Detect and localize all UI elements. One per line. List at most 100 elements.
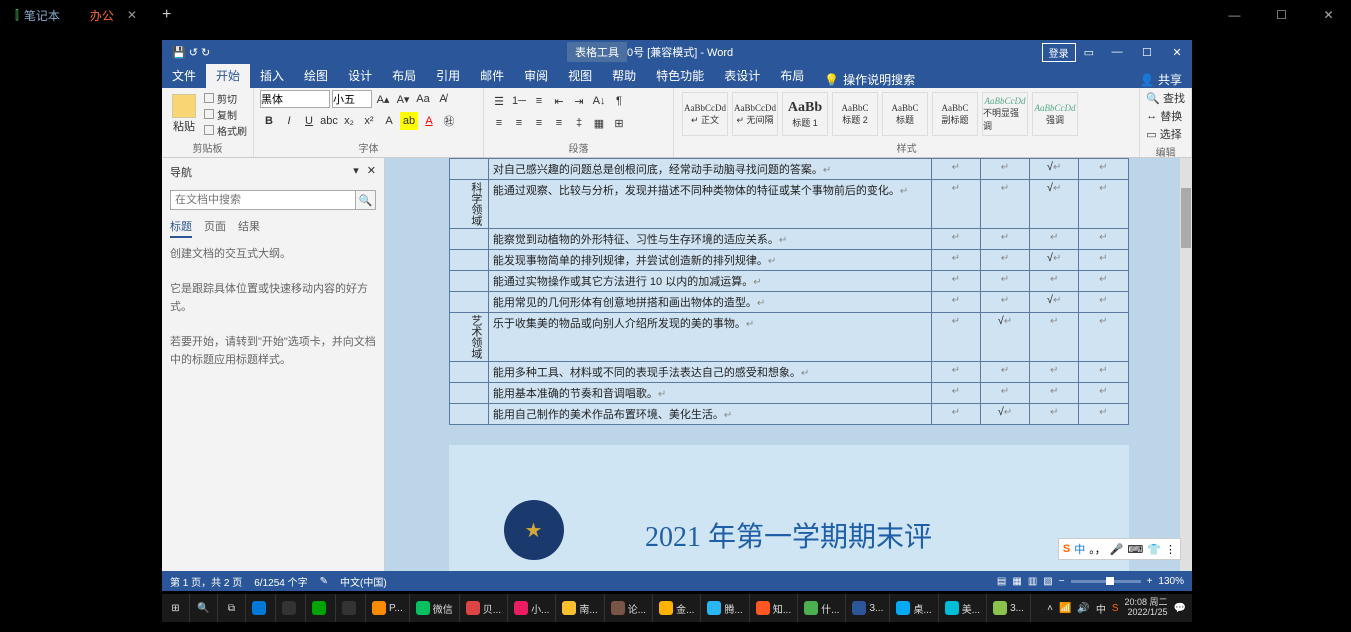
word-restore[interactable]: ☐ xyxy=(1132,46,1162,59)
style-item[interactable]: AaBbCcDd↵ 正文 xyxy=(682,92,728,136)
taskbar-app[interactable]: 微信 xyxy=(410,594,460,622)
indent-dec[interactable]: ⇤ xyxy=(550,92,568,110)
justify[interactable]: ≡ xyxy=(550,114,568,132)
clear-format[interactable]: A̸ xyxy=(434,90,452,108)
minimize-button[interactable]: — xyxy=(1212,0,1257,30)
style-item[interactable]: AaBbCcDd强调 xyxy=(1032,92,1078,136)
cut-button[interactable]: 剪切 xyxy=(204,91,247,106)
align-right[interactable]: ≡ xyxy=(530,114,548,132)
document-view[interactable]: 对自己感兴趣的问题总是创根问底，经常动手动脑寻找问题的答案。↵↵↵√↵↵科学领域… xyxy=(385,158,1192,571)
grow-font[interactable]: A▴ xyxy=(374,90,392,108)
new-tab-button[interactable]: + xyxy=(152,6,181,24)
tray-network-icon[interactable]: 📶 xyxy=(1059,603,1071,614)
os-tab-office[interactable]: 办公 ✕ xyxy=(75,0,152,30)
line-spacing[interactable]: ‡ xyxy=(570,114,588,132)
font-name-select[interactable] xyxy=(260,90,330,108)
word-minimize[interactable]: — xyxy=(1102,46,1132,59)
ribbon-options-icon[interactable]: ▭ xyxy=(1084,46,1094,59)
style-item[interactable]: AaBb标题 1 xyxy=(782,92,828,136)
web-layout-icon[interactable]: ▧ xyxy=(1043,576,1052,587)
taskbar-clock[interactable]: 20:08 周二 2022/1/25 xyxy=(1125,598,1168,618)
ribbon-tab-文件[interactable]: 文件 xyxy=(162,63,206,88)
zoom-in[interactable]: + xyxy=(1147,576,1153,587)
share-button[interactable]: 👤 共享 xyxy=(1130,71,1192,88)
subscript-button[interactable]: x₂ xyxy=(340,112,358,130)
align-left[interactable]: ≡ xyxy=(490,114,508,132)
sort[interactable]: A↓ xyxy=(590,92,608,110)
italic-button[interactable]: I xyxy=(280,112,298,130)
spellcheck-icon[interactable]: ✎ xyxy=(320,576,328,587)
taskbar-app[interactable] xyxy=(336,594,366,622)
style-item[interactable]: AaBbCcDd↵ 无间隔 xyxy=(732,92,778,136)
font-color-button[interactable]: A xyxy=(420,112,438,130)
copy-button[interactable]: 复制 xyxy=(204,107,247,122)
word-count[interactable]: 6/1254 个字 xyxy=(254,574,307,589)
nav-close-icon[interactable]: ✕ xyxy=(367,164,376,180)
sogou-icon[interactable]: S xyxy=(1063,543,1070,555)
print-layout-icon[interactable]: ▥ xyxy=(1028,576,1037,587)
nav-tab-结果[interactable]: 结果 xyxy=(238,218,260,238)
ribbon-tab-表设计[interactable]: 表设计 xyxy=(714,63,770,88)
ime-mode[interactable]: 中 xyxy=(1074,541,1085,557)
ime-toolbar[interactable]: S 中 。， 🎤 ⌨ 👕 ⋮ xyxy=(1058,538,1181,560)
nav-tab-标题[interactable]: 标题 xyxy=(170,218,192,238)
taskbar-app[interactable]: 3... xyxy=(987,594,1031,622)
shading[interactable]: ▦ xyxy=(590,114,608,132)
multilevel[interactable]: ≡ xyxy=(530,92,548,110)
replace-button[interactable]: ↔替换 xyxy=(1146,108,1185,124)
numbering[interactable]: 1─ xyxy=(510,92,528,110)
paste-button[interactable]: 粘贴 xyxy=(168,92,200,136)
save-icon[interactable]: 💾 ↺ ↻ xyxy=(172,46,210,59)
page-indicator[interactable]: 第 1 页，共 2 页 xyxy=(170,574,242,589)
taskbar-app[interactable]: 3... xyxy=(846,594,890,622)
ribbon-tab-邮件[interactable]: 邮件 xyxy=(470,63,514,88)
ribbon-tab-绘图[interactable]: 绘图 xyxy=(294,63,338,88)
nav-search-input[interactable] xyxy=(170,190,356,210)
style-item[interactable]: AaBbC标题 2 xyxy=(832,92,878,136)
text-effects[interactable]: A xyxy=(380,112,398,130)
tell-me-search[interactable]: 💡 操作说明搜索 xyxy=(814,71,925,88)
taskbar-app[interactable]: P... xyxy=(366,594,410,622)
strike-button[interactable]: abc xyxy=(320,112,338,130)
nav-search-go[interactable]: 🔍 xyxy=(356,190,376,210)
zoom-level[interactable]: 130% xyxy=(1158,576,1184,587)
vertical-scrollbar[interactable] xyxy=(1180,158,1192,571)
show-marks[interactable]: ¶ xyxy=(610,92,628,110)
change-case[interactable]: Aa xyxy=(414,90,432,108)
display-settings-icon[interactable]: ▤ xyxy=(997,576,1006,587)
ime-skin-icon[interactable]: 👕 xyxy=(1147,543,1161,556)
ribbon-tab-插入[interactable]: 插入 xyxy=(250,63,294,88)
superscript-button[interactable]: x² xyxy=(360,112,378,130)
tray-sogou-icon[interactable]: S xyxy=(1112,603,1119,614)
taskbar-app[interactable] xyxy=(306,594,336,622)
bold-button[interactable]: B xyxy=(260,112,278,130)
ime-keyboard-icon[interactable]: ⌨ xyxy=(1127,543,1143,556)
taskbar-app[interactable]: 论... xyxy=(605,594,653,622)
zoom-slider[interactable] xyxy=(1071,580,1141,583)
close-button[interactable]: ✕ xyxy=(1306,0,1351,30)
font-size-select[interactable] xyxy=(332,90,372,108)
shrink-font[interactable]: A▾ xyxy=(394,90,412,108)
maximize-button[interactable]: ☐ xyxy=(1259,0,1304,30)
ime-mic-icon[interactable]: 🎤 xyxy=(1110,543,1124,556)
style-item[interactable]: AaBbC副标题 xyxy=(932,92,978,136)
nav-tab-页面[interactable]: 页面 xyxy=(204,218,226,238)
underline-button[interactable]: U xyxy=(300,112,318,130)
read-mode-icon[interactable]: ▦ xyxy=(1012,576,1021,587)
taskbar-app[interactable] xyxy=(276,594,306,622)
taskbar-app[interactable]: 小... xyxy=(508,594,556,622)
start-button[interactable]: ⊞ xyxy=(162,594,190,622)
highlight-button[interactable]: ab xyxy=(400,112,418,130)
notification-icon[interactable]: 💬 xyxy=(1174,603,1186,614)
taskbar-app[interactable]: 腾... xyxy=(701,594,749,622)
login-button[interactable]: 登录 xyxy=(1042,43,1076,62)
ime-menu-icon[interactable]: ⋮ xyxy=(1165,543,1176,556)
taskbar-app[interactable]: 美... xyxy=(939,594,987,622)
find-button[interactable]: 🔍查找 xyxy=(1146,90,1185,106)
ribbon-tab-布局[interactable]: 布局 xyxy=(770,63,814,88)
ribbon-tab-帮助[interactable]: 帮助 xyxy=(602,63,646,88)
zoom-out[interactable]: − xyxy=(1059,576,1065,587)
ribbon-tab-视图[interactable]: 视图 xyxy=(558,63,602,88)
taskbar-app[interactable]: 南... xyxy=(556,594,604,622)
task-view[interactable]: ⧉ xyxy=(218,594,246,622)
